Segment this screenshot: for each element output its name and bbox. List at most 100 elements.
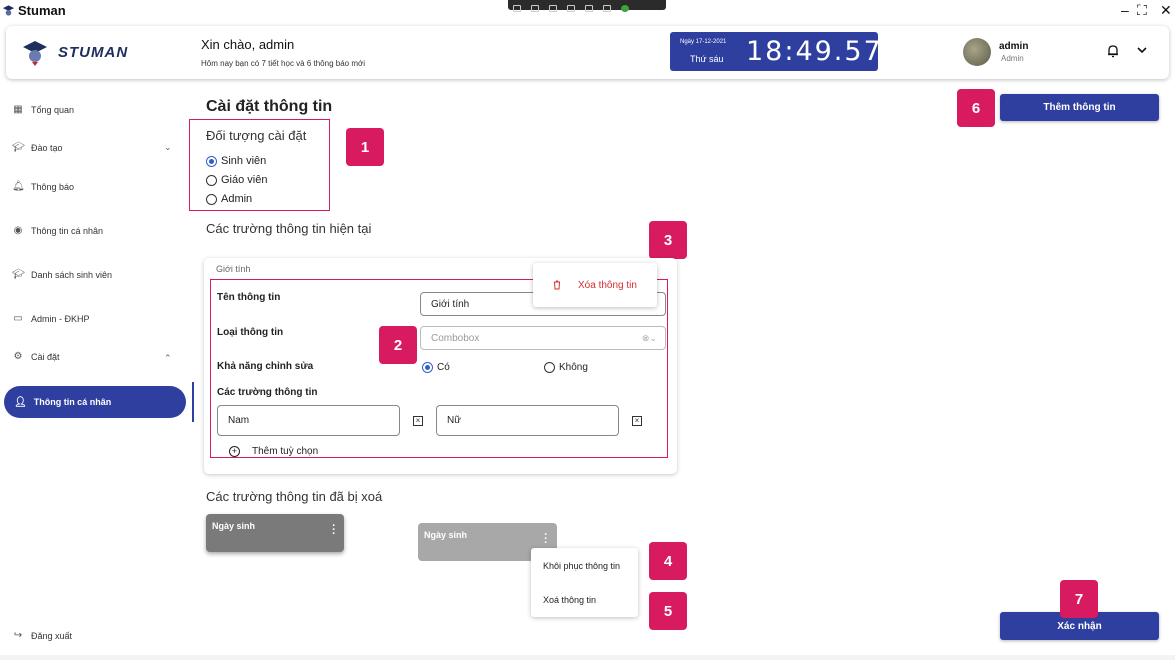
annotation-badge-2: 2 [379,326,417,364]
sidebar-item-personal-info[interactable]: ◉ Thông tin cá nhân [12,221,103,241]
date-clock-widget: Ngày 17-12-2021 Thứ sáu 18:49.57 [670,32,881,71]
trash-icon [554,280,560,290]
field-type-select[interactable]: Combobox ⊗⌄ [420,326,666,350]
sidebar-item-label: Tổng quan [31,105,75,115]
select-placeholder: Combobox [431,332,480,344]
logout-button[interactable]: ↪ Đăng xuất [12,626,72,646]
avatar[interactable] [963,38,991,66]
clock-weekday: Thứ sáu [690,54,724,64]
plus-circle-icon: + [229,446,240,457]
sidebar-item-overview[interactable]: ▦ Tổng quan [12,100,74,120]
radio-editable-no[interactable]: Không [544,362,588,373]
radio-admin[interactable]: Admin [206,193,252,205]
menu-item-restore[interactable]: Khôi phục thông tin [543,561,620,571]
field-card-label[interactable]: Giới tính [216,264,250,274]
radio-teacher[interactable]: Giáo viên [206,174,267,186]
add-info-button[interactable]: Thêm thông tin [1000,94,1159,121]
graduation-cap-icon: 🎓︎ [12,142,25,153]
sidebar-item-notifications[interactable]: 🔔︎ Thông báo [12,177,74,197]
radio-label: Không [559,362,588,373]
radio-student[interactable]: Sinh viên [206,155,266,167]
annotation-badge-5: 5 [649,592,687,630]
target-section-title: Đối tượng cài đặt [206,128,307,143]
annotation-badge-6: 6 [957,89,995,127]
logout-icon: ↪ [13,630,23,641]
sidebar-item-label: Danh sách sinh viên [31,270,113,280]
stuman-logo-icon [23,41,47,66]
radio-button[interactable] [206,174,217,186]
window-title: Stuman [18,3,66,18]
deleted-fields-title: Các trường thông tin đã bị xoá [206,489,383,504]
current-fields-title: Các trường thông tin hiện tại [206,221,372,236]
options-label: Các trường thông tin [217,387,318,398]
deleted-field-name: Ngày sinh [424,530,468,540]
clear-chevron-icon[interactable]: ⊗⌄ [642,333,657,344]
more-vertical-icon[interactable]: · · · [543,530,549,549]
radio-label: Giáo viên [221,174,268,186]
sidebar-item-student-list[interactable]: 🎓︎ Danh sách sinh viên [12,265,112,285]
bottom-border [0,655,1175,660]
app-logo-icon [2,5,15,16]
field-name-label: Tên thông tin [217,292,281,303]
deleted-field-context-menu: Khôi phục thông tin Xoá thông tin [531,548,638,617]
app-header: STUMAN Xin chào, admin Hôm nay bạn có 7 … [6,26,1169,79]
field-type-label: Loại thông tin [217,327,284,338]
clock-date: Ngày 17-12-2021 [680,39,727,45]
delete-field-label[interactable]: Xóa thông tin [578,280,637,291]
brand-name: STUMAN [58,44,129,61]
form-icon: ▭ [13,313,23,324]
gear-icon: ⚙ [13,351,23,362]
close-button[interactable]: ✕ [1160,2,1172,19]
radio-label: Có [437,362,450,373]
annotation-badge-4: 4 [649,542,687,580]
sidebar-item-label: Cài đặt [31,352,60,362]
active-indicator [192,382,194,422]
radio-button[interactable] [422,362,433,373]
chevron-down-icon[interactable] [1136,44,1148,56]
user-name: admin [999,41,1029,52]
chevron-up-icon[interactable]: ⌃ [164,353,172,364]
minimize-button[interactable]: – [1121,2,1129,18]
radio-button[interactable] [206,155,217,167]
sidebar-item-label: Đào tạo [31,143,63,153]
radio-button[interactable] [544,362,555,373]
deleted-field-name: Ngày sinh [212,521,256,531]
remove-option-icon[interactable]: × [632,416,642,426]
radio-label: Admin [221,193,253,205]
radio-button[interactable] [206,193,217,205]
user-role: Admin [1001,54,1024,63]
radio-editable-yes[interactable]: Có [422,362,450,373]
greeting-text: Xin chào, admin [201,37,295,52]
sidebar-item-admin-registration[interactable]: ▭ Admin - ĐKHP [12,309,90,329]
menu-item-delete[interactable]: Xoá thông tin [543,595,596,605]
screen-recorder-toolbar[interactable] [508,0,666,12]
add-option-button[interactable]: + Thêm tuỳ chọn [229,446,318,457]
sidebar-item-settings[interactable]: ⚙ Cài đặt [12,347,60,367]
grid-icon: ▦ [13,104,23,115]
sidebar-item-label: Thông tin cá nhân [31,226,104,236]
sidebar-item-label: Admin - ĐKHP [31,314,90,324]
sidebar-item-label: Thông báo [31,182,75,192]
deleted-field-card[interactable]: Ngày sinh · · · [206,514,344,552]
annotation-badge-1: 1 [346,128,384,166]
remove-option-icon[interactable]: × [413,416,423,426]
graduation-cap-icon: 🎓︎ [12,269,25,280]
page-title: Cài đặt thông tin [206,98,333,115]
person-icon: 👤︎ [14,396,27,408]
bell-icon[interactable] [1106,44,1120,58]
annotation-badge-7: 7 [1060,580,1098,618]
option-input-1[interactable]: Nam [217,405,400,436]
annotation-badge-3: 3 [649,221,687,259]
maximize-button[interactable]: ⛶ [1137,2,1147,19]
sidebar-item-personal-info-settings[interactable]: 👤︎ Thông tin cá nhân [4,386,186,418]
delete-field-popup[interactable]: Xóa thông tin [533,263,657,307]
more-vertical-icon[interactable]: · · · [331,521,337,540]
sidebar-item-training[interactable]: 🎓︎ Đào tạo [12,138,63,158]
option-input-2[interactable]: Nữ [436,405,619,436]
greeting-subtitle: Hôm nay bạn có 7 tiết học và 6 thông báo… [201,59,366,68]
user-circle-icon: ◉ [13,225,23,236]
chevron-down-icon[interactable]: ⌄ [164,142,172,153]
add-option-label: Thêm tuỳ chọn [252,446,319,457]
logout-label: Đăng xuất [31,631,73,641]
bell-icon: 🔔︎ [12,181,25,192]
